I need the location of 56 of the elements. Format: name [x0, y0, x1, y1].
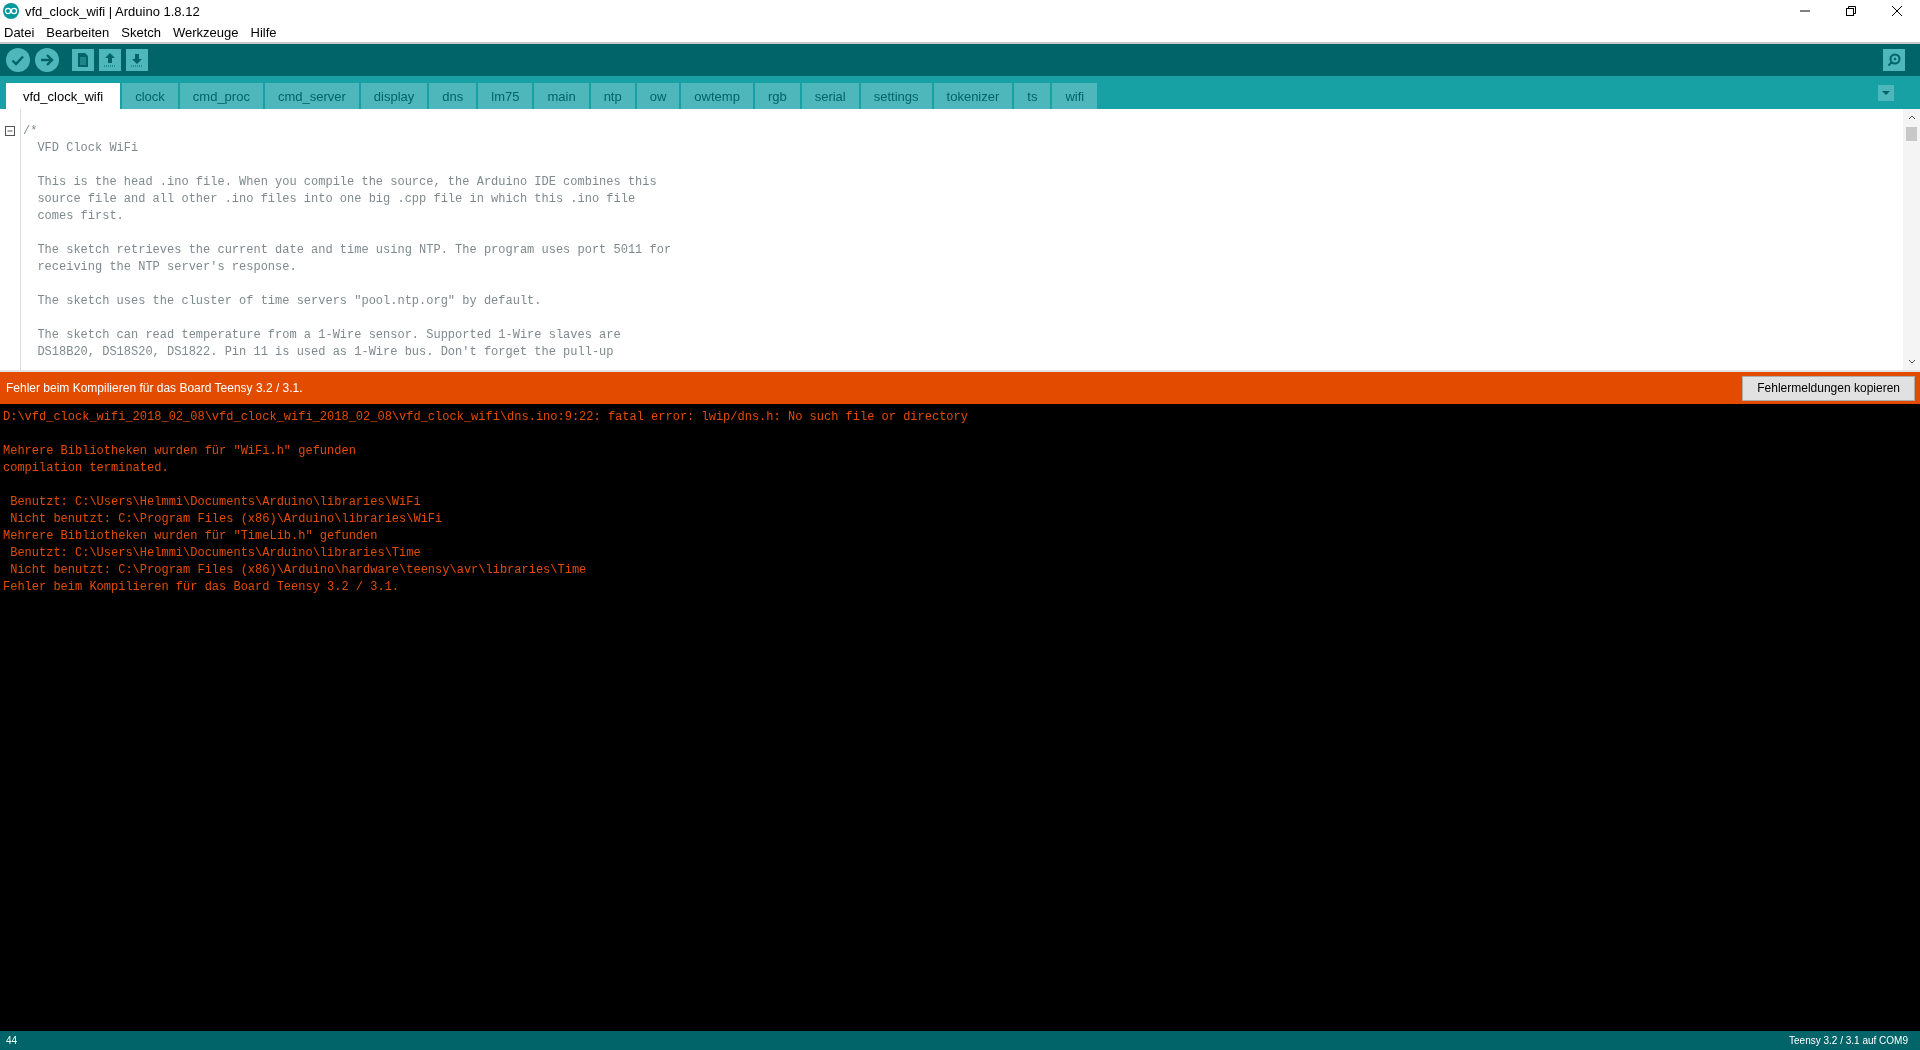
console-line: Benutzt: C:\Users\Helmmi\Documents\Arduino\libraries\Time [9, 545, 421, 562]
window-title: vfd_clock_wifi | Arduino 1.8.12 [25, 3, 200, 19]
tab-menu-caret-icon[interactable] [1878, 84, 1894, 101]
file-tab[interactable]: ntp [590, 83, 635, 109]
scrollbar-thumb[interactable] [1906, 127, 1917, 141]
code-line: /* [23, 123, 38, 140]
code-line: This is the head .ino file. When you compile the source, the Arduino IDE combines this [36, 174, 657, 191]
console-line: compilation terminated. [3, 460, 169, 477]
console-line: D:\vfd_clock_wifi_2018_02_08\vfd_clock_wifi_2018_02_08\vfd_clock_wifi\dns.ino:9:22: fatal error: lwip/dns.h: No such file or directory [3, 409, 968, 426]
menu-item[interactable]: Werkzeuge [173, 24, 239, 40]
file-tab[interactable]: clock [122, 83, 178, 109]
file-tab[interactable]: tokenizer [933, 83, 1013, 109]
serial-monitor-icon[interactable] [1883, 49, 1905, 71]
file-tab[interactable]: dns [429, 83, 477, 109]
console-line: Nicht benutzt: C:\Program Files (x86)\Arduino\hardware\teensy\avr\libraries\Time [9, 562, 587, 579]
code-line: The sketch uses the cluster of time servers "pool.ntp.org" by default. [36, 293, 542, 310]
file-tab[interactable]: cmd_proc [179, 83, 263, 109]
new-file-icon[interactable] [72, 49, 94, 71]
file-tab[interactable]: vfd_clock_wifi [6, 83, 121, 109]
copy-errors-button[interactable]: Fehlermeldungen kopieren [1742, 375, 1915, 401]
console-line: Mehrere Bibliotheken wurden für "TimeLib.h" gefunden [3, 528, 378, 545]
menu-item[interactable]: Hilfe [250, 24, 277, 40]
console-line: Mehrere Bibliotheken wurden für "WiFi.h" gefunden [3, 443, 356, 460]
code-line: The sketch retrieves the current date and time using NTP. The program uses port 5011 for [36, 242, 672, 259]
file-tab[interactable]: rgb [754, 83, 800, 109]
code-line: DS18B20, DS18S20, DS1822. Pin 11 is used as 1-Wire bus. Don't forget the pull-up [36, 344, 614, 361]
code-line: receiving the NTP server's response. [36, 259, 297, 276]
restore-icon[interactable] [1845, 5, 1857, 17]
line-number: 44 [6, 1035, 18, 1046]
code-line: VFD Clock WiFi [36, 140, 139, 157]
file-tab[interactable]: serial [801, 83, 859, 109]
close-icon[interactable] [1891, 5, 1903, 17]
menu-item[interactable]: Sketch [121, 24, 161, 40]
file-tab[interactable]: owtemp [681, 83, 753, 109]
console-line: Benutzt: C:\Users\Helmmi\Documents\Arduino\libraries\WiFi [9, 494, 421, 511]
vertical-scrollbar[interactable] [1903, 109, 1920, 370]
file-tab[interactable]: wifi [1052, 83, 1098, 109]
board-port: Teensy 3.2 / 3.1 auf COM9 [1789, 1035, 1908, 1046]
app-logo-icon [3, 3, 19, 19]
console-line: Fehler beim Kompilieren für das Board Teensy 3.2 / 3.1. [3, 579, 400, 596]
error-message: Fehler beim Kompilieren für das Board Teensy 3.2 / 3.1. [6, 381, 303, 395]
menu-item[interactable]: Datei [4, 24, 35, 40]
file-tab[interactable]: display [360, 83, 428, 109]
file-tab[interactable]: cmd_server [264, 83, 359, 109]
file-tab[interactable]: lm75 [478, 83, 533, 109]
fold-collapse-icon[interactable] [5, 126, 15, 136]
console-line: Nicht benutzt: C:\Program Files (x86)\Arduino\libraries\WiFi [9, 511, 443, 528]
code-line: source file and all other .ino files into one big .cpp file in which this .ino file [36, 191, 636, 208]
code-line: The sketch can read temperature from a 1-Wire sensor. Supported 1-Wire slaves are [36, 327, 621, 344]
file-tab[interactable]: ow [636, 83, 680, 109]
code-line: comes first. [36, 208, 124, 225]
file-tab[interactable]: ts [1014, 83, 1051, 109]
verify-check-icon[interactable] [6, 48, 30, 72]
file-tab[interactable]: main [534, 83, 589, 109]
file-tab[interactable]: settings [860, 83, 932, 109]
menu-item[interactable]: Bearbeiten [46, 24, 110, 40]
